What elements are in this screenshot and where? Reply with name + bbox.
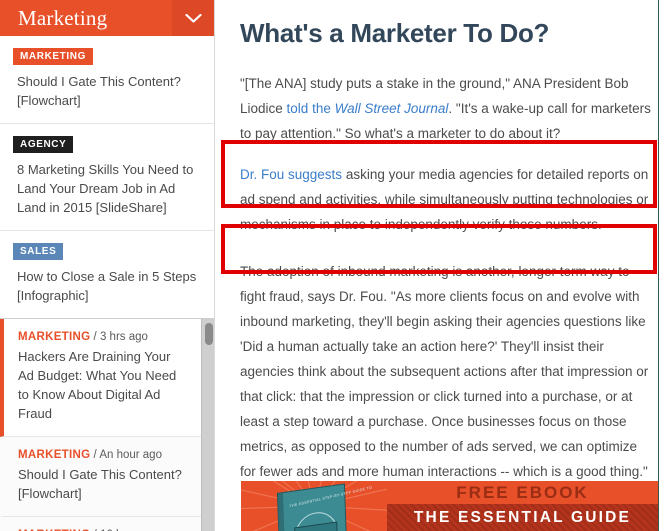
list-item-title: 8 Marketing Skills You Need to Land Your…: [17, 162, 194, 215]
timestamp: 3 hrs ago: [99, 331, 148, 343]
page-title: What's a Marketer To Do?: [240, 18, 550, 48]
cta-headline: THE ESSENTIAL GUIDE: [387, 504, 658, 531]
intro-paragraph: "[The ANA] study puts a stake in the gro…: [240, 71, 654, 146]
list-item-title: Should I Gate This Content? [Flowchart]: [17, 74, 181, 108]
list-item-title: How to Close a Sale in 5 Steps [Infograp…: [17, 269, 197, 303]
list-item[interactable]: MARKETING Should I Gate This Content? [F…: [0, 36, 214, 124]
wsj-link[interactable]: told the Wall Street Journal: [287, 101, 449, 116]
list-item-title: Hackers Are Draining Your Ad Budget: Wha…: [18, 349, 177, 421]
sidebar: Marketing MARKETING Should I Gate This C…: [0, 0, 215, 531]
status-badge: MARKETING: [13, 48, 93, 65]
wsj-link-prefix: told the: [286, 101, 335, 116]
wsj-link-title: Wall Street Journal: [334, 101, 449, 116]
page-edge-rule: [658, 0, 659, 531]
featured-list: MARKETING Should I Gate This Content? [F…: [0, 36, 214, 319]
cta-book-art: THE ESSENTIAL STEP-BY-STEP GUIDE TO: [241, 481, 387, 531]
sidebar-header-title: Marketing: [18, 5, 108, 30]
list-item-meta: MARKETING / An hour ago: [18, 448, 187, 462]
scrollbar-thumb[interactable]: [205, 323, 213, 345]
list-item[interactable]: AGENCY 8 Marketing Skills You Need to La…: [0, 124, 214, 231]
category-label: MARKETING: [18, 331, 91, 343]
chevron-down-icon[interactable]: [172, 0, 214, 36]
article-content: What's a Marketer To Do? "[The ANA] stud…: [215, 0, 668, 531]
category-label: MARKETING: [18, 449, 91, 461]
highlighted-paragraph-2: The adoption of inbound marketing is ano…: [240, 259, 654, 484]
cta-text-block: FREE EBOOK THE ESSENTIAL GUIDE: [387, 481, 658, 531]
dr-fou-link[interactable]: Dr. Fou suggests: [240, 167, 342, 182]
highlighted-paragraph-1: Dr. Fou suggests asking your media agenc…: [240, 162, 654, 237]
ebook-cover-text: THE ESSENTIAL STEP-BY-STEP GUIDE TO: [289, 485, 373, 509]
list-item[interactable]: MARKETING / 3 hrs ago Hackers Are Draini…: [0, 319, 201, 437]
status-badge: AGENCY: [13, 136, 74, 153]
list-item[interactable]: MARKETING / An hour ago Should I Gate Th…: [0, 437, 201, 517]
timestamp-separator: /: [93, 331, 97, 343]
cta-banner[interactable]: THE ESSENTIAL STEP-BY-STEP GUIDE TO FREE…: [241, 481, 658, 531]
status-badge: SALES: [13, 243, 64, 260]
article-stream: MARKETING / 3 hrs ago Hackers Are Draini…: [0, 319, 214, 531]
sidebar-scrollbar[interactable]: [201, 319, 214, 531]
timestamp-separator: /: [93, 449, 97, 461]
cta-eyebrow: FREE EBOOK: [387, 481, 658, 504]
timestamp: An hour ago: [99, 449, 162, 461]
list-item-title: Should I Gate This Content? [Flowchart]: [18, 467, 182, 501]
list-item-meta: MARKETING / 3 hrs ago: [18, 330, 187, 344]
article-stream-list: MARKETING / 3 hrs ago Hackers Are Draini…: [0, 319, 201, 531]
list-item[interactable]: MARKETING / 16 hrs ago: [0, 517, 201, 531]
list-item[interactable]: SALES How to Close a Sale in 5 Steps [In…: [0, 231, 214, 318]
app-root: Marketing MARKETING Should I Gate This C…: [0, 0, 668, 531]
sidebar-header[interactable]: Marketing: [0, 0, 214, 36]
highlight2-text: The adoption of inbound marketing is ano…: [240, 264, 649, 479]
ebook-cover-image: THE ESSENTIAL STEP-BY-STEP GUIDE TO: [277, 484, 373, 531]
